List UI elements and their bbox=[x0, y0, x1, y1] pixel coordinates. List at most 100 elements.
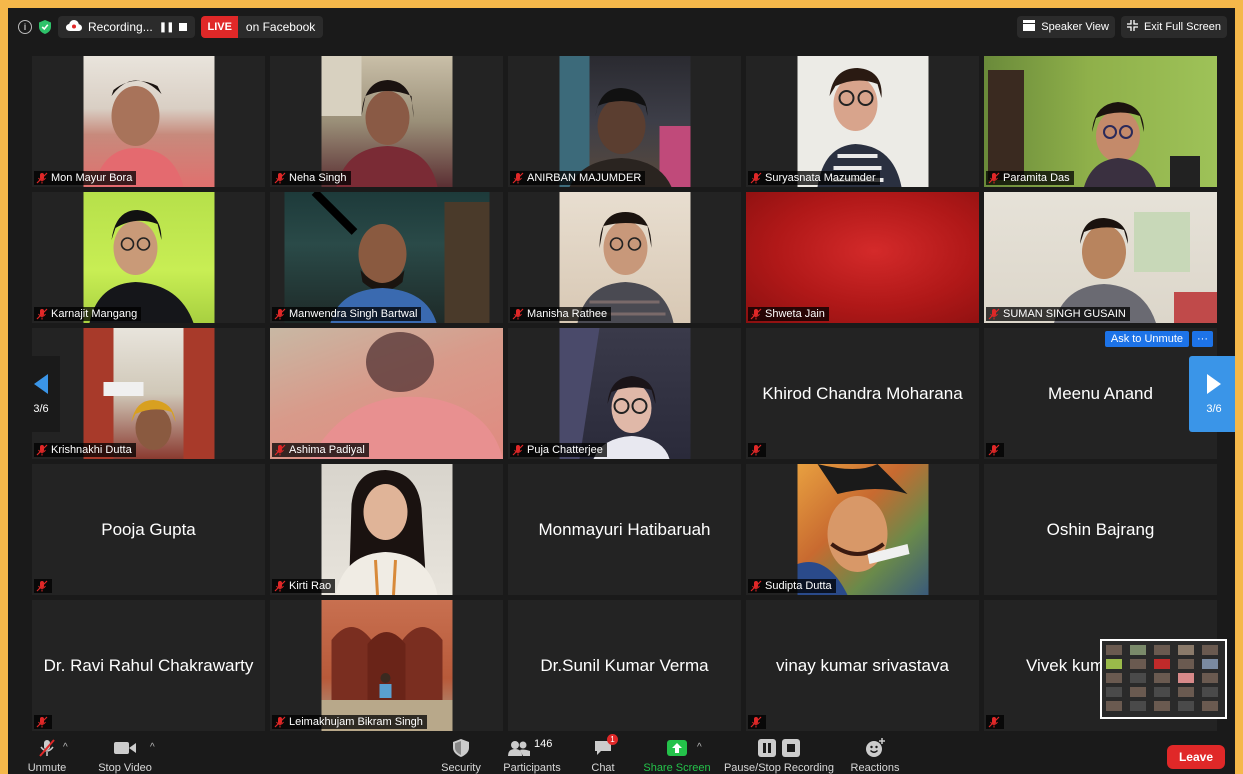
chat-button[interactable]: 1 Chat bbox=[586, 732, 620, 774]
right-arrow-icon bbox=[1207, 373, 1221, 397]
audio-options-caret-icon[interactable]: ^ bbox=[63, 742, 68, 753]
meeting-toolbar: ^ Unmute ^ Stop Video Security 146 Parti… bbox=[8, 732, 1235, 774]
recording-indicator[interactable]: Recording... ❚❚ bbox=[58, 16, 196, 38]
video-options-caret-icon[interactable]: ^ bbox=[150, 742, 155, 753]
muted-mic-icon bbox=[988, 172, 1000, 184]
speaker-view-button[interactable]: Speaker View bbox=[1017, 16, 1115, 38]
share-options-caret-icon[interactable]: ^ bbox=[697, 742, 702, 753]
more-options-button[interactable]: ··· bbox=[1192, 331, 1213, 347]
participant-tile[interactable]: Dr.Sunil Kumar Verma bbox=[508, 600, 741, 731]
participant-tile[interactable]: Oshin Bajrang bbox=[984, 464, 1217, 595]
participant-video bbox=[746, 192, 979, 323]
live-stream-indicator[interactable]: LIVE on Facebook bbox=[201, 16, 324, 38]
participant-tile[interactable]: Karnajit Mangang bbox=[32, 192, 265, 323]
participant-nametag: Manisha Rathee bbox=[510, 307, 612, 321]
participant-nametag: Sudipta Dutta bbox=[748, 579, 836, 593]
reactions-smiley-icon bbox=[865, 736, 885, 760]
recording-controls-icon bbox=[758, 736, 800, 760]
participant-tile[interactable]: Neha Singh bbox=[270, 56, 503, 187]
next-page-button[interactable]: 3/6 bbox=[1189, 356, 1235, 432]
live-badge: LIVE bbox=[201, 16, 238, 38]
participant-tile[interactable]: Suryasnata Mazumder bbox=[746, 56, 979, 187]
participant-tile[interactable]: Meenu Anand Ask to Unmute ··· bbox=[984, 328, 1217, 459]
self-view-thumbnail[interactable] bbox=[1100, 639, 1227, 719]
page-indicator: 3/6 bbox=[1206, 402, 1222, 415]
muted-mic-icon bbox=[512, 444, 524, 456]
page-indicator: 3/6 bbox=[33, 402, 49, 415]
muted-mic-icon bbox=[36, 444, 48, 456]
participant-tile[interactable]: Mon Mayur Bora bbox=[32, 56, 265, 187]
participant-tile[interactable]: Pooja Gupta bbox=[32, 464, 265, 595]
pause-stop-recording-button[interactable]: Pause/Stop Recording bbox=[724, 732, 834, 774]
participant-tile[interactable]: SUMAN SINGH GUSAIN bbox=[984, 192, 1217, 323]
stop-recording-icon[interactable] bbox=[179, 23, 188, 31]
info-icon[interactable]: i bbox=[18, 20, 32, 34]
participant-nametag: Karnajit Mangang bbox=[34, 307, 142, 321]
muted-mic-icon bbox=[36, 172, 48, 184]
participant-tile[interactable]: Manisha Rathee bbox=[508, 192, 741, 323]
participant-tile[interactable]: Krishnakhi Dutta bbox=[32, 328, 265, 459]
stop-video-button[interactable]: ^ Stop Video bbox=[94, 732, 156, 774]
video-camera-icon: ^ bbox=[114, 736, 155, 760]
participant-tile[interactable]: Leimakhujam Bikram Singh bbox=[270, 600, 503, 731]
left-arrow-icon bbox=[34, 373, 48, 397]
participant-video bbox=[83, 328, 214, 459]
participant-tile[interactable]: Monmayuri Hatibaruah bbox=[508, 464, 741, 595]
participant-tile[interactable]: Kirti Rao bbox=[270, 464, 503, 595]
participant-video bbox=[984, 56, 1217, 187]
participant-nametag: Kirti Rao bbox=[272, 579, 336, 593]
participant-name: Mon Mayur Bora bbox=[51, 172, 133, 184]
participant-tile[interactable]: Shweta Jain bbox=[746, 192, 979, 323]
participant-video bbox=[797, 56, 928, 187]
participant-video bbox=[797, 464, 928, 595]
participant-video bbox=[83, 56, 214, 187]
participant-name: Shweta Jain bbox=[765, 308, 825, 320]
reactions-button[interactable]: Reactions bbox=[848, 732, 902, 774]
speaker-view-icon bbox=[1023, 20, 1036, 34]
chat-label: Chat bbox=[591, 762, 615, 774]
participant-tile[interactable]: vinay kumar srivastava bbox=[746, 600, 979, 731]
ask-to-unmute-button[interactable]: Ask to Unmute bbox=[1104, 331, 1189, 347]
reactions-label: Reactions bbox=[850, 762, 900, 774]
participant-tile[interactable]: Ashima Padiyal bbox=[270, 328, 503, 459]
participant-tile[interactable]: Dr. Ravi Rahul Chakrawarty bbox=[32, 600, 265, 731]
pause-recording-icon[interactable]: ❚❚ bbox=[159, 22, 175, 33]
unmute-button[interactable]: ^ Unmute bbox=[22, 732, 72, 774]
participant-name: Sudipta Dutta bbox=[765, 580, 832, 592]
zoom-meeting-window: i Recording... ❚❚ LIVE on Facebook Speak… bbox=[8, 8, 1235, 774]
share-screen-button[interactable]: ^ Share Screen bbox=[640, 732, 714, 774]
participant-name: Manwendra Singh Bartwal bbox=[289, 308, 418, 320]
cloud-icon bbox=[66, 20, 82, 34]
participant-name: Manisha Rathee bbox=[527, 308, 608, 320]
stop-video-label: Stop Video bbox=[98, 762, 152, 774]
security-button[interactable]: Security bbox=[436, 732, 486, 774]
participant-name: Neha Singh bbox=[289, 172, 347, 184]
participant-name: Puja Chatterjee bbox=[527, 444, 603, 456]
participant-tile[interactable]: Khirod Chandra Moharana bbox=[746, 328, 979, 459]
participant-nametag: ANIRBAN MAJUMDER bbox=[510, 171, 646, 185]
participant-tile[interactable]: Paramita Das bbox=[984, 56, 1217, 187]
participant-video bbox=[559, 56, 690, 187]
muted-mic-icon bbox=[274, 308, 286, 320]
participant-tile[interactable]: Manwendra Singh Bartwal bbox=[270, 192, 503, 323]
participant-tile[interactable]: Puja Chatterjee bbox=[508, 328, 741, 459]
participant-tile[interactable]: Sudipta Dutta bbox=[746, 464, 979, 595]
previous-page-button[interactable]: 3/6 bbox=[22, 356, 60, 432]
security-shield-icon[interactable] bbox=[38, 19, 52, 35]
participant-nametag: Puja Chatterjee bbox=[510, 443, 607, 457]
exit-fullscreen-button[interactable]: Exit Full Screen bbox=[1120, 16, 1227, 38]
security-label: Security bbox=[441, 762, 481, 774]
participant-name: Karnajit Mangang bbox=[51, 308, 138, 320]
leave-meeting-button[interactable]: Leave bbox=[1166, 745, 1225, 769]
participant-nametag bbox=[34, 579, 52, 593]
participant-name: Suryasnata Mazumder bbox=[765, 172, 876, 184]
muted-mic-icon bbox=[988, 444, 1000, 456]
participant-name: Paramita Das bbox=[1003, 172, 1070, 184]
participant-display-name: Meenu Anand bbox=[1048, 383, 1153, 403]
muted-microphone-icon: ^ bbox=[37, 736, 68, 760]
live-destination: on Facebook bbox=[245, 20, 316, 34]
muted-mic-icon bbox=[750, 716, 762, 728]
participants-button[interactable]: 146 Participants bbox=[502, 732, 562, 774]
participant-tile[interactable]: ANIRBAN MAJUMDER bbox=[508, 56, 741, 187]
muted-mic-icon bbox=[750, 580, 762, 592]
